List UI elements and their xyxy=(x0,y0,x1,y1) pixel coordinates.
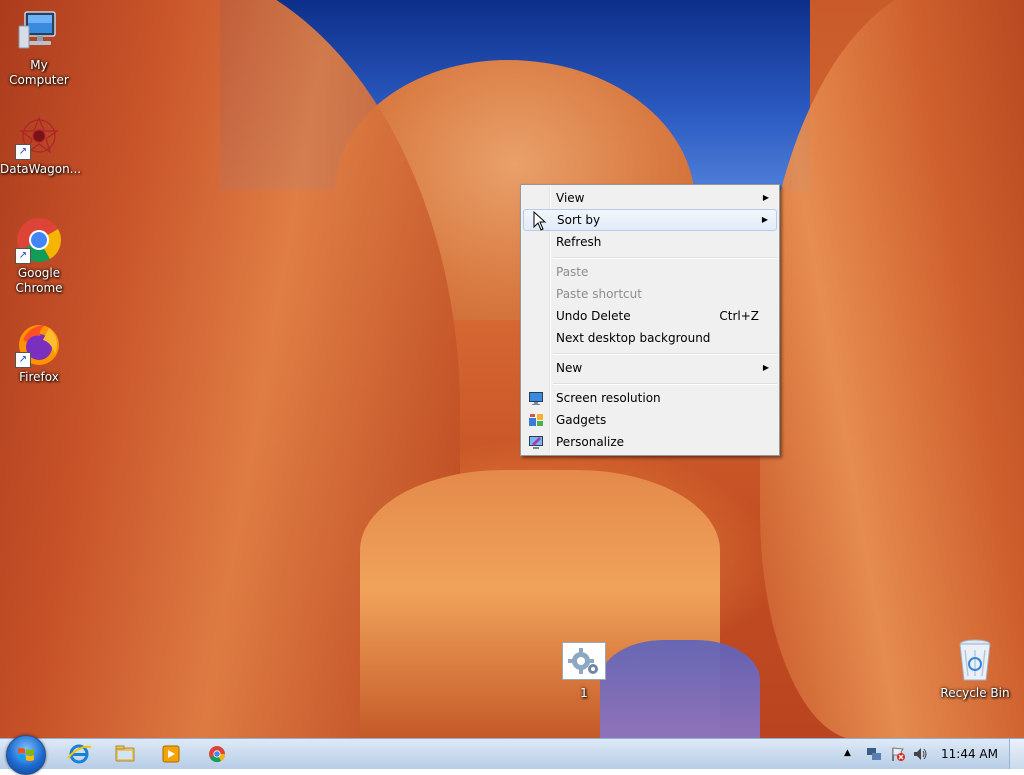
gear-settings-icon xyxy=(562,642,606,680)
desktop-icon-recycle-bin[interactable]: Recycle Bin xyxy=(936,636,1014,701)
desktop-icon-my-computer[interactable]: My Computer xyxy=(0,8,78,88)
menu-item-personalize[interactable]: Personalize xyxy=(523,431,777,453)
desktop-icon-label: Firefox xyxy=(19,370,59,384)
wallpaper-pool xyxy=(600,640,760,738)
desktop-icon-firefox[interactable]: ↗ Firefox xyxy=(0,320,78,385)
recycle-bin-icon xyxy=(951,636,999,684)
chrome-icon: ↗ xyxy=(15,216,63,264)
system-tray: ▲ 11:44 AM xyxy=(834,739,1024,769)
menu-item-view[interactable]: View ▶ xyxy=(523,187,777,209)
menu-separator xyxy=(553,257,777,259)
firefox-icon: ↗ xyxy=(15,320,63,368)
desktop-icon-label: Recycle Bin xyxy=(940,686,1010,700)
shortcut-arrow-icon: ↗ xyxy=(15,352,31,368)
menu-separator xyxy=(553,353,777,355)
submenu-arrow-icon: ▶ xyxy=(761,215,768,224)
chrome-icon xyxy=(209,746,226,763)
menu-item-screen-resolution[interactable]: Screen resolution xyxy=(523,387,777,409)
mouse-cursor-icon xyxy=(533,210,547,231)
submenu-arrow-icon: ▶ xyxy=(762,193,769,202)
taskbar: ▲ 11:44 AM xyxy=(0,735,1024,775)
menu-item-undo-delete[interactable]: Undo Delete Ctrl+Z xyxy=(523,305,777,327)
show-hidden-icons-arrow[interactable]: ▲ xyxy=(844,748,851,758)
taskbar-internet-explorer[interactable] xyxy=(60,741,98,767)
desktop[interactable]: My Computer ↗ DataWagon... ↗ Google Chro… xyxy=(0,0,1024,738)
action-center-flag-icon[interactable] xyxy=(890,746,906,765)
menu-item-gadgets[interactable]: Gadgets xyxy=(523,409,777,431)
taskbar-media-player[interactable] xyxy=(152,741,190,767)
submenu-arrow-icon: ▶ xyxy=(762,363,769,372)
menu-item-sort-by[interactable]: Sort by ▶ xyxy=(523,209,777,231)
start-button[interactable] xyxy=(6,735,46,775)
media-player-icon xyxy=(162,745,180,763)
desktop-icon-label: My Computer xyxy=(9,58,69,87)
file-explorer-icon xyxy=(115,745,135,762)
desktop-icon-google-chrome[interactable]: ↗ Google Chrome xyxy=(0,216,78,296)
gadgets-icon xyxy=(528,412,544,428)
windows-logo-icon xyxy=(18,748,34,761)
menu-item-paste: Paste xyxy=(556,265,589,279)
menu-item-next-desktop-background[interactable]: Next desktop background xyxy=(523,327,777,349)
menu-item-refresh[interactable]: Refresh xyxy=(523,231,777,253)
taskbar-chrome[interactable] xyxy=(198,741,236,767)
volume-icon[interactable] xyxy=(912,746,928,765)
desktop-icon-label: 1 xyxy=(580,686,588,700)
menu-item-paste-shortcut: Paste shortcut xyxy=(556,287,642,301)
desktop-icon-1[interactable]: 1 xyxy=(545,642,623,701)
computer-icon xyxy=(15,8,63,56)
clock[interactable]: 11:44 AM xyxy=(941,739,998,769)
personalize-icon xyxy=(528,434,544,450)
desktop-context-menu: View ▶ Sort by ▶ Refresh Paste Paste sho… xyxy=(520,184,780,456)
show-desktop-button[interactable] xyxy=(1009,739,1024,769)
network-icon[interactable] xyxy=(866,746,882,765)
internet-explorer-icon xyxy=(67,744,92,764)
desktop-icon-datawagon[interactable]: ↗ DataWagon... xyxy=(0,112,82,177)
shortcut-arrow-icon: ↗ xyxy=(15,144,31,160)
desktop-icon-label: DataWagon... xyxy=(0,162,82,176)
shortcut-arrow-icon: ↗ xyxy=(15,248,31,264)
datawagon-icon: ↗ xyxy=(15,112,63,160)
taskbar-file-explorer[interactable] xyxy=(106,741,144,767)
desktop-icon-label: Google Chrome xyxy=(15,266,63,295)
screen-resolution-icon xyxy=(528,390,544,406)
menu-item-new[interactable]: New ▶ xyxy=(523,357,777,379)
menu-shortcut-key: Ctrl+Z xyxy=(719,309,759,323)
menu-separator xyxy=(553,383,777,385)
